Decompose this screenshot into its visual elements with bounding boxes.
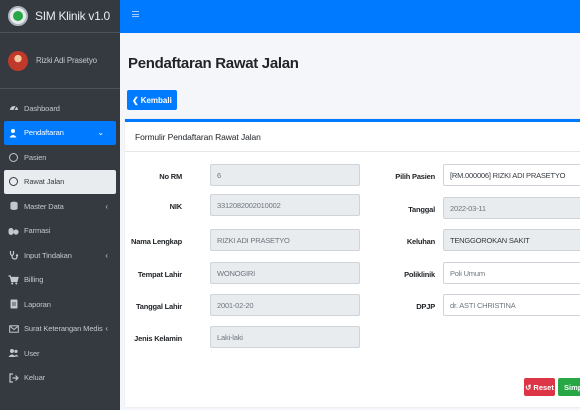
sidebar-item-input-tindakan[interactable]: Input Tindakan ‹ — [0, 243, 120, 268]
users-icon — [8, 348, 19, 359]
cart-icon — [8, 274, 19, 285]
chevron-left-icon: ‹ — [105, 324, 108, 334]
pills-icon — [8, 225, 19, 236]
nama-lengkap-label: Nama Lengkap — [131, 237, 182, 246]
nama-lengkap-field: RIZKI ADI PRASETYO — [210, 229, 360, 251]
sign-out-icon — [8, 372, 19, 383]
tempat-lahir-label: Tempat Lahir — [137, 270, 182, 279]
card-header: Formulir Pendaftaran Rawat Jalan — [125, 122, 580, 152]
page-title: Pendaftaran Rawat Jalan — [128, 55, 299, 72]
no-rm-field: 6 — [210, 164, 360, 186]
tanggal-field: 2022-03-11 — [443, 197, 580, 219]
user-plus-icon — [8, 127, 19, 138]
tanggal-lahir-field: 2001-02-20 — [210, 294, 360, 316]
sidebar-item-label: Rawat Jalan — [24, 177, 65, 187]
stethoscope-icon — [8, 250, 19, 261]
envelope-icon — [8, 323, 19, 334]
brand[interactable]: SIM Klinik v1.0 — [0, 0, 120, 33]
save-button-label: Simpan — [564, 382, 580, 392]
back-button[interactable]: ❮ Kembali — [127, 90, 177, 110]
tanggal-label: Tanggal — [408, 205, 435, 214]
sidebar-item-label: Pendaftaran — [24, 128, 64, 138]
sidebar-item-label: Farmasi — [24, 226, 51, 236]
chevron-down-icon: ⌄ — [97, 128, 104, 138]
sidebar-item-label: Billing — [24, 275, 44, 285]
sidebar-item-pendaftaran[interactable]: Pendaftaran ⌄ — [4, 120, 116, 145]
chevron-left-icon: ‹ — [105, 250, 108, 260]
sidebar-item-label: Laporan — [24, 299, 51, 309]
chevron-left-icon: ❮ — [132, 95, 139, 105]
pilih-pasien-select[interactable]: [RM.000006] RIZKI ADI PRASETYO — [443, 164, 580, 186]
sidebar-item-rawat-jalan[interactable]: Rawat Jalan — [4, 169, 116, 194]
back-button-label: Kembali — [140, 95, 172, 105]
sidebar-item-pasien[interactable]: Pasien — [0, 145, 120, 170]
sidebar-item-label: Pasien — [24, 152, 47, 162]
topbar — [120, 0, 580, 33]
poliklinik-select[interactable]: Poli Umum — [443, 262, 580, 284]
jenis-kelamin-label: Jenis Kelamin — [134, 334, 182, 343]
reset-button-label: Reset — [533, 382, 554, 392]
avatar — [8, 50, 28, 71]
reset-button[interactable]: ↺ Reset — [524, 378, 555, 396]
circle-icon — [8, 176, 19, 187]
nik-label: NIK — [169, 202, 183, 211]
save-button[interactable]: Simpan — [558, 378, 580, 396]
app-title: SIM Klinik v1.0 — [35, 9, 110, 23]
undo-icon: ↺ — [525, 382, 532, 392]
hamburger-menu-icon[interactable] — [132, 11, 139, 17]
clinic-logo-icon — [8, 6, 28, 26]
gauge-icon — [8, 103, 19, 114]
user-name: Rizki Adi Prasetyo — [36, 56, 97, 65]
sidebar-item-label: Master Data — [24, 201, 64, 211]
tempat-lahir-field: WONOGIRI — [210, 262, 360, 284]
pilih-pasien-label: Pilih Pasien — [395, 172, 435, 181]
sidebar-item-dashboard[interactable]: Dashboard — [0, 96, 120, 121]
sidebar-item-label: Keluar — [24, 373, 46, 383]
file-icon — [8, 299, 19, 310]
poliklinik-label: Poliklinik — [404, 270, 435, 279]
sidebar-item-keluar[interactable]: Keluar — [0, 366, 120, 391]
jenis-kelamin-field: Laki-laki — [210, 326, 360, 348]
circle-icon — [8, 152, 19, 163]
sidebar-item-user[interactable]: User — [0, 341, 120, 366]
keluhan-label: Keluhan — [406, 237, 435, 246]
user-panel[interactable]: Rizki Adi Prasetyo — [0, 33, 120, 89]
sidebar-item-label: User — [24, 348, 40, 358]
nik-field: 3312082002010002 — [210, 194, 360, 216]
dpjp-label: DPJP — [416, 302, 435, 311]
sidebar-item-label: Dashboard — [24, 103, 60, 113]
database-icon — [8, 201, 19, 212]
sidebar-item-label: Surat Keterangan Medis — [24, 324, 103, 334]
tanggal-lahir-label: Tanggal Lahir — [135, 302, 182, 311]
no-rm-label: No RM — [159, 172, 182, 181]
keluhan-field[interactable]: TENGGOROKAN SAKIT — [443, 229, 580, 251]
dpjp-select[interactable]: dr. ASTI CHRISTINA — [443, 294, 580, 316]
sidebar-item-label: Input Tindakan — [24, 250, 72, 260]
